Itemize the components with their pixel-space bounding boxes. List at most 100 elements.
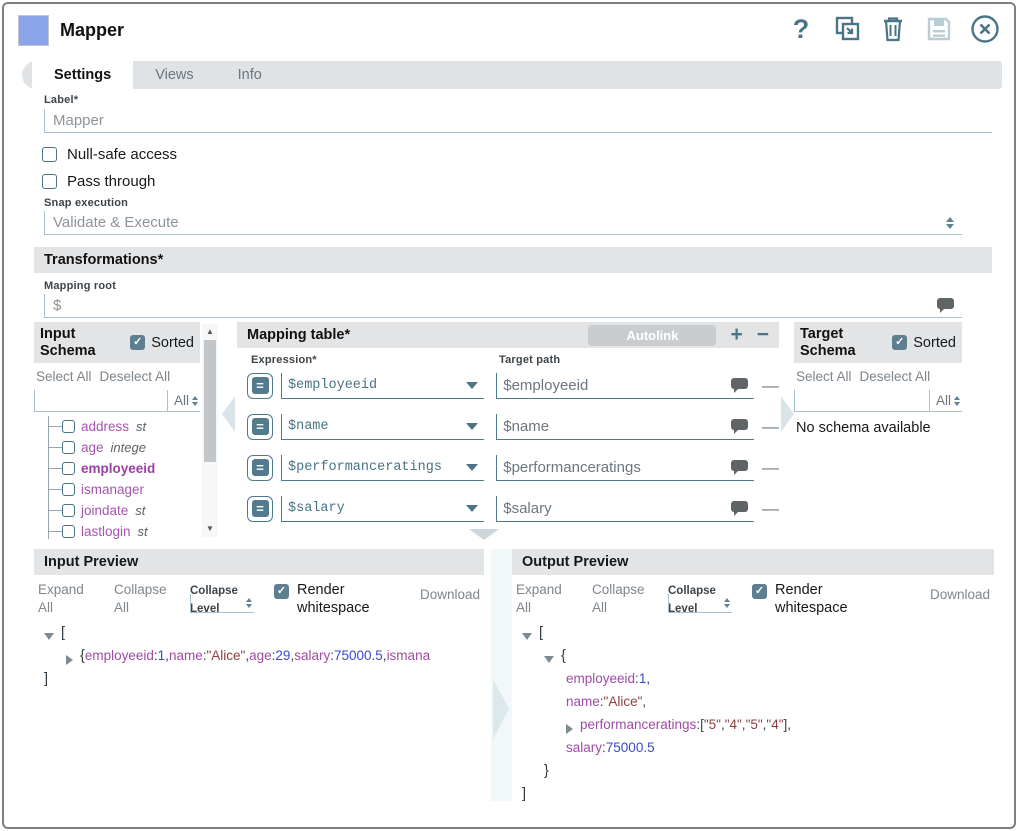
- null-safe-access-row: Null-safe access: [42, 146, 177, 163]
- target-path-input[interactable]: $employeeid: [496, 373, 754, 399]
- autolink-button[interactable]: Autolink: [588, 325, 716, 346]
- delete-row-icon[interactable]: —: [762, 417, 779, 437]
- scroll-down-icon[interactable]: ▼: [206, 521, 214, 537]
- input-deselect-all-link[interactable]: Deselect All: [100, 369, 171, 384]
- target-path-input[interactable]: $name: [496, 414, 754, 440]
- dropdown-caret-icon[interactable]: [466, 382, 478, 389]
- json-token: ,: [642, 694, 646, 709]
- target-path-input[interactable]: $salary: [496, 496, 754, 522]
- expand-node-icon[interactable]: [566, 724, 573, 734]
- output-preview-controls: Expand All Collapse All Collapse Level R…: [512, 575, 994, 619]
- expand-node-icon[interactable]: [66, 655, 73, 665]
- delete-row-icon[interactable]: —: [762, 458, 779, 478]
- dropdown-caret-icon[interactable]: [466, 464, 478, 471]
- schema-item-name[interactable]: ismanager: [81, 482, 144, 497]
- comment-bubble-icon[interactable]: [731, 419, 748, 434]
- input-sorted-checkbox[interactable]: [130, 335, 145, 350]
- collapse-mapping-section-chevron[interactable]: [469, 529, 499, 540]
- collapse-input-schema-chevron[interactable]: [222, 396, 235, 432]
- json-token: "4": [725, 717, 742, 732]
- json-token: 29: [275, 648, 290, 663]
- preview-divider: [491, 549, 512, 801]
- tree-branch-line: [49, 531, 62, 532]
- schema-item-checkbox[interactable]: [62, 441, 75, 454]
- target-path-input[interactable]: $performanceratings: [496, 455, 754, 481]
- expression-input[interactable]: $performanceratings: [281, 455, 484, 481]
- delete-button[interactable]: [878, 14, 908, 44]
- comment-bubble-icon[interactable]: [731, 501, 748, 516]
- equals-toggle-button[interactable]: =: [247, 373, 273, 399]
- close-button[interactable]: [970, 14, 1000, 44]
- expression-input[interactable]: $name: [281, 414, 484, 440]
- render-whitespace-checkbox[interactable]: [752, 584, 767, 599]
- collapse-level-input[interactable]: [190, 594, 254, 613]
- tab-settings[interactable]: Settings: [32, 61, 133, 89]
- dropdown-caret-icon[interactable]: [466, 423, 478, 430]
- download-link[interactable]: Download: [930, 581, 990, 602]
- download-link[interactable]: Download: [420, 581, 480, 602]
- equals-toggle-button[interactable]: =: [247, 496, 273, 522]
- schema-item-checkbox[interactable]: [62, 525, 75, 538]
- level-spinner-icon[interactable]: [724, 598, 730, 608]
- schema-item-checkbox[interactable]: [62, 483, 75, 496]
- expand-all-link[interactable]: Expand All: [38, 581, 96, 617]
- tab-views[interactable]: Views: [133, 61, 215, 89]
- target-sorted-checkbox[interactable]: [892, 335, 907, 350]
- schema-item-checkbox[interactable]: [62, 504, 75, 517]
- collapse-input-preview-chevron[interactable]: [493, 679, 509, 739]
- render-whitespace-checkbox[interactable]: [274, 584, 289, 599]
- comment-bubble-icon[interactable]: [937, 298, 954, 313]
- input-schema-filter-input[interactable]: [34, 390, 167, 412]
- expression-input[interactable]: $employeeid: [281, 373, 484, 399]
- scroll-up-icon[interactable]: ▲: [206, 324, 214, 340]
- schema-item-name[interactable]: lastlogin: [81, 524, 131, 539]
- label-input[interactable]: [44, 109, 992, 133]
- scrollbar-thumb[interactable]: [204, 340, 216, 462]
- schema-item-name[interactable]: employeeid: [81, 461, 155, 476]
- close-icon: [970, 14, 1000, 44]
- comment-bubble-icon[interactable]: [731, 378, 748, 393]
- collapse-all-link[interactable]: Collapse All: [592, 581, 650, 617]
- equals-toggle-button[interactable]: =: [247, 455, 273, 481]
- tab-info[interactable]: Info: [216, 61, 284, 89]
- collapse-all-link[interactable]: Collapse All: [114, 581, 172, 617]
- help-button[interactable]: ?: [786, 14, 816, 44]
- json-token: ],: [784, 717, 792, 732]
- json-token: name: [169, 648, 203, 663]
- expression-input[interactable]: $salary: [281, 496, 484, 522]
- snap-execution-select[interactable]: Validate & Execute: [44, 211, 962, 235]
- null-safe-access-checkbox[interactable]: [42, 147, 57, 162]
- level-spinner-icon[interactable]: [246, 598, 252, 608]
- pass-through-checkbox[interactable]: [42, 174, 57, 189]
- save-button[interactable]: [924, 14, 954, 44]
- equals-toggle-button[interactable]: =: [247, 414, 273, 440]
- dropdown-caret-icon[interactable]: [466, 505, 478, 512]
- target-select-all-link[interactable]: Select All: [796, 369, 852, 384]
- collapse-node-icon[interactable]: [544, 656, 554, 663]
- schema-item-checkbox[interactable]: [62, 420, 75, 433]
- export-button[interactable]: [832, 14, 862, 44]
- input-schema-scrollbar[interactable]: ▲ ▼: [202, 324, 218, 537]
- target-deselect-all-link[interactable]: Deselect All: [860, 369, 931, 384]
- target-schema-scope-select[interactable]: All: [929, 390, 962, 412]
- collapse-node-icon[interactable]: [522, 633, 532, 640]
- delete-row-icon[interactable]: —: [762, 376, 779, 396]
- target-schema-filter-input[interactable]: [794, 390, 929, 412]
- schema-item-checkbox[interactable]: [62, 462, 75, 475]
- mapping-root-input[interactable]: $: [44, 294, 962, 318]
- comment-bubble-icon[interactable]: [731, 460, 748, 475]
- schema-item-name[interactable]: age: [81, 440, 104, 455]
- input-select-all-link[interactable]: Select All: [36, 369, 92, 384]
- add-row-button[interactable]: +: [730, 325, 742, 345]
- collapse-node-icon[interactable]: [44, 633, 54, 640]
- mapping-rows: = $employeeid $employeeid — = $name: [237, 372, 779, 522]
- schema-item-name[interactable]: address: [81, 419, 129, 434]
- input-schema-scope-select[interactable]: All: [167, 390, 200, 412]
- collapse-target-schema-chevron[interactable]: [781, 396, 794, 432]
- tree-branch-line: [49, 489, 62, 490]
- expand-all-link[interactable]: Expand All: [516, 581, 574, 617]
- delete-row-icon[interactable]: —: [762, 499, 779, 519]
- remove-row-button[interactable]: −: [757, 325, 769, 345]
- collapse-level-input[interactable]: [668, 594, 732, 613]
- schema-item-name[interactable]: joindate: [81, 503, 128, 518]
